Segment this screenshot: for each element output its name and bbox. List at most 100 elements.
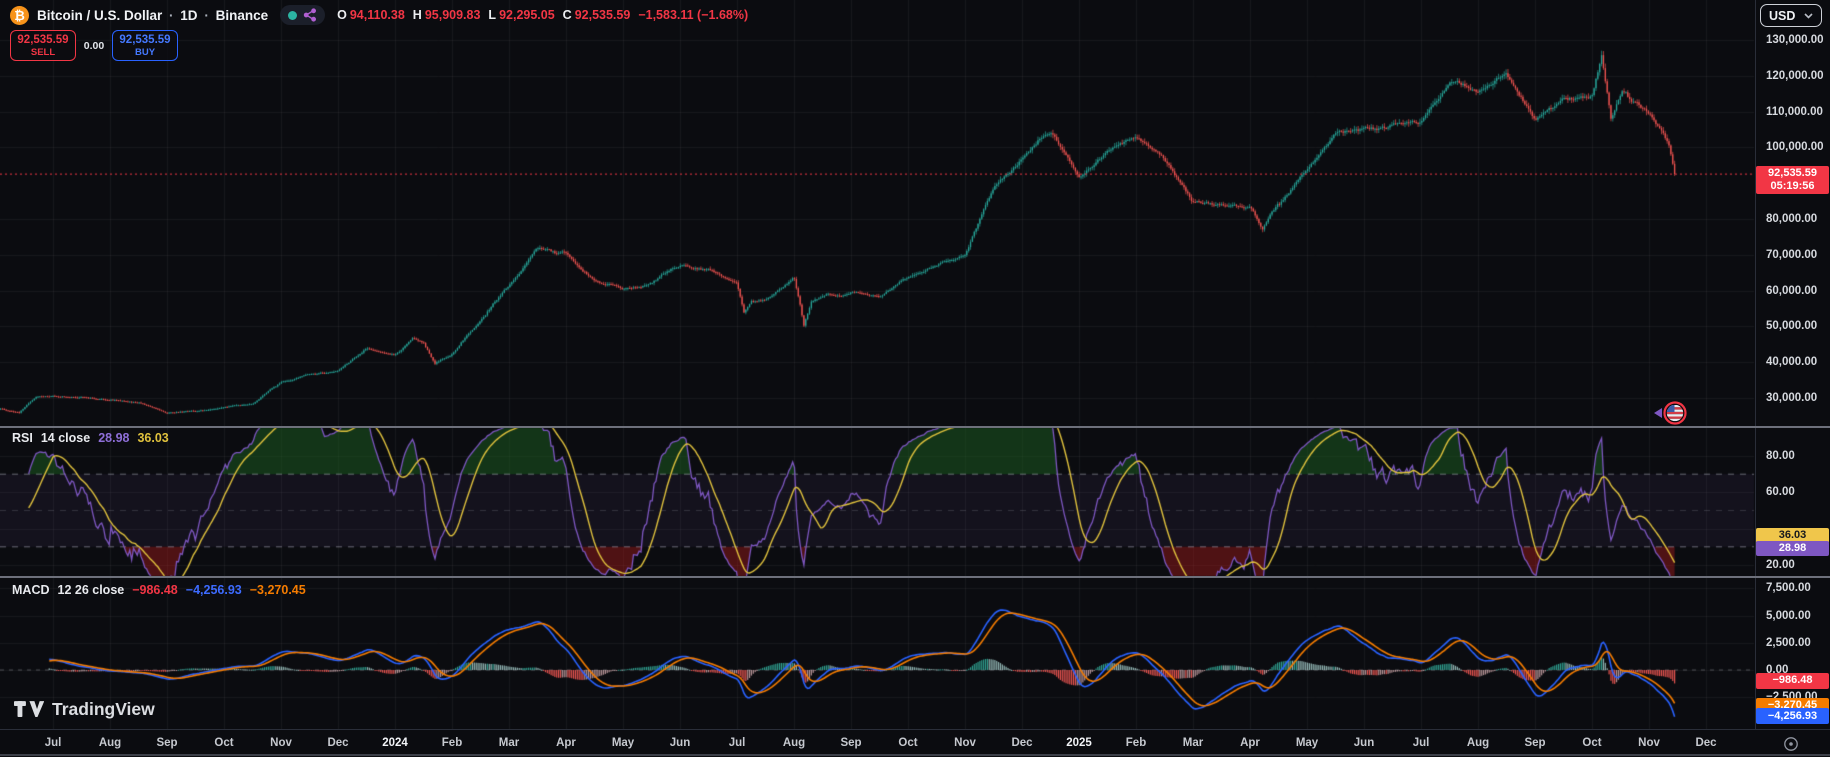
open-label: O	[337, 8, 347, 22]
time-label: Dec	[327, 737, 348, 749]
trade-buttons-row: 92,535.59 SELL 0.00 92,535.59 BUY	[10, 30, 178, 61]
time-label: Sep	[156, 737, 177, 749]
high-value: 95,909.83	[425, 8, 481, 22]
close-label: C	[563, 8, 572, 22]
macd-legend[interactable]: MACD 12 26 close −986.48 −4,256.93 −3,27…	[12, 583, 306, 597]
change-value: −1,583.11 (−1.68%)	[638, 8, 748, 22]
time-label: Mar	[499, 737, 519, 749]
time-label: Jun	[1354, 737, 1374, 749]
time-label: May	[612, 737, 634, 749]
separator-dot: ·	[169, 8, 174, 23]
time-label: Oct	[214, 737, 233, 749]
macd-hist-value: −986.48	[132, 583, 178, 597]
time-label: Apr	[1240, 737, 1260, 749]
chart-app: ₿ Bitcoin / U.S. Dollar · 1D · Binance O…	[0, 0, 1830, 757]
sell-price: 92,535.59	[11, 33, 75, 47]
scroll-to-now-button[interactable]	[1783, 736, 1799, 752]
time-label: Aug	[1467, 737, 1489, 749]
time-label: Jul	[45, 737, 62, 749]
time-label: Sep	[840, 737, 861, 749]
pane-separator[interactable]	[0, 576, 1830, 578]
separator-dot: ·	[204, 8, 209, 23]
symbol-interval: 1D	[180, 8, 197, 23]
macd-value-badge: −986.48	[1756, 673, 1829, 689]
chevron-down-icon	[1804, 13, 1813, 19]
rsi-legend[interactable]: RSI 14 close 28.98 36.03	[12, 431, 169, 445]
price-axis-label: 110,000.00	[1766, 106, 1823, 118]
time-label: Oct	[898, 737, 917, 749]
rsi-params: 14 close	[41, 431, 90, 445]
rsi-axis-label: 60.00	[1766, 486, 1795, 498]
currency-selector[interactable]: USD	[1760, 4, 1822, 27]
price-axis-label: 80,000.00	[1766, 213, 1817, 225]
time-label: Jul	[1413, 737, 1430, 749]
price-axis-label: 30,000.00	[1766, 392, 1817, 404]
economic-event-marker[interactable]	[1653, 401, 1687, 425]
spread-value: 0.00	[76, 40, 112, 52]
bitcoin-logo-icon: ₿	[10, 6, 29, 25]
open-value: 94,110.38	[350, 8, 405, 22]
symbol-title[interactable]: Bitcoin / U.S. Dollar · 1D · Binance	[37, 8, 268, 23]
tradingview-logo-text: TradingView	[52, 699, 155, 720]
chart-header: ₿ Bitcoin / U.S. Dollar · 1D · Binance O…	[10, 4, 748, 26]
time-label: Jun	[670, 737, 690, 749]
time-label: Jul	[729, 737, 746, 749]
window-bottom-edge	[0, 754, 1830, 756]
tradingview-mark-icon	[14, 699, 44, 720]
time-label: Mar	[1183, 737, 1203, 749]
time-label: Feb	[1126, 737, 1146, 749]
macd-line-value: −4,256.93	[186, 583, 242, 597]
price-axis-label: 40,000.00	[1766, 356, 1817, 368]
sell-label: SELL	[11, 47, 75, 58]
time-label: 2025	[1066, 737, 1092, 749]
time-label: Dec	[1695, 737, 1716, 749]
event-arrow-icon	[1653, 407, 1663, 419]
rsi-value-badge: 28.98	[1756, 541, 1829, 556]
rsi-ma-value: 36.03	[137, 431, 168, 445]
macd-params: 12 26 close	[58, 583, 125, 597]
us-flag-icon	[1663, 401, 1687, 425]
circled-dot-icon	[1783, 736, 1799, 752]
time-label: Sep	[1524, 737, 1545, 749]
ohlc-readout: O 94,110.38 H 95,909.83 L 92,295.05 C 92…	[337, 8, 748, 22]
pane-separator[interactable]	[0, 426, 1830, 428]
currency-label: USD	[1769, 9, 1795, 23]
buy-button[interactable]: 92,535.59 BUY	[112, 30, 178, 61]
buy-price: 92,535.59	[113, 33, 177, 47]
time-label: Apr	[556, 737, 576, 749]
chart-canvas[interactable]	[0, 0, 1830, 757]
time-scale[interactable]: Jul Aug Sep Oct Nov Dec 2024 Feb Mar Apr May Jun Jul…	[0, 729, 1830, 756]
price-axis-label: 50,000.00	[1766, 320, 1817, 332]
symbol-exchange: Binance	[216, 8, 269, 23]
price-axis-label: 60,000.00	[1766, 285, 1817, 297]
time-label: 2024	[382, 737, 408, 749]
price-axis-label: 100,000.00	[1766, 141, 1824, 153]
time-label: Aug	[783, 737, 805, 749]
macd-title: MACD	[12, 583, 50, 597]
time-label: Nov	[270, 737, 292, 749]
time-label: Dec	[1011, 737, 1032, 749]
rsi-line-value: 28.98	[98, 431, 129, 445]
price-axis-label: 130,000.00	[1766, 34, 1824, 46]
price-axis-label: 70,000.00	[1766, 249, 1817, 261]
last-price-badge: 92,535.5905:19:56	[1756, 166, 1829, 194]
rsi-title: RSI	[12, 431, 33, 445]
macd-axis-label: 7,500.00	[1766, 582, 1811, 594]
time-label: Nov	[1638, 737, 1660, 749]
sell-button[interactable]: 92,535.59 SELL	[10, 30, 76, 61]
market-status-pill[interactable]	[280, 5, 325, 25]
buy-label: BUY	[113, 47, 177, 58]
market-open-dot-icon	[288, 11, 297, 20]
symbol-name: Bitcoin / U.S. Dollar	[37, 8, 162, 23]
macd-axis-label: 2,500.00	[1766, 637, 1811, 649]
tradingview-logo[interactable]: TradingView	[14, 699, 155, 720]
low-label: L	[488, 8, 496, 22]
close-value: 92,535.59	[575, 8, 631, 22]
price-scale[interactable]: 130,000.00120,000.00110,000.00100,000.00…	[1755, 0, 1830, 729]
time-label: Oct	[1582, 737, 1601, 749]
macd-value-badge: −4,256.93	[1756, 708, 1829, 724]
macd-signal-value: −3,270.45	[250, 583, 306, 597]
macd-axis-label: 5,000.00	[1766, 610, 1811, 622]
time-label: Nov	[954, 737, 976, 749]
rsi-axis-label: 20.00	[1766, 559, 1795, 571]
